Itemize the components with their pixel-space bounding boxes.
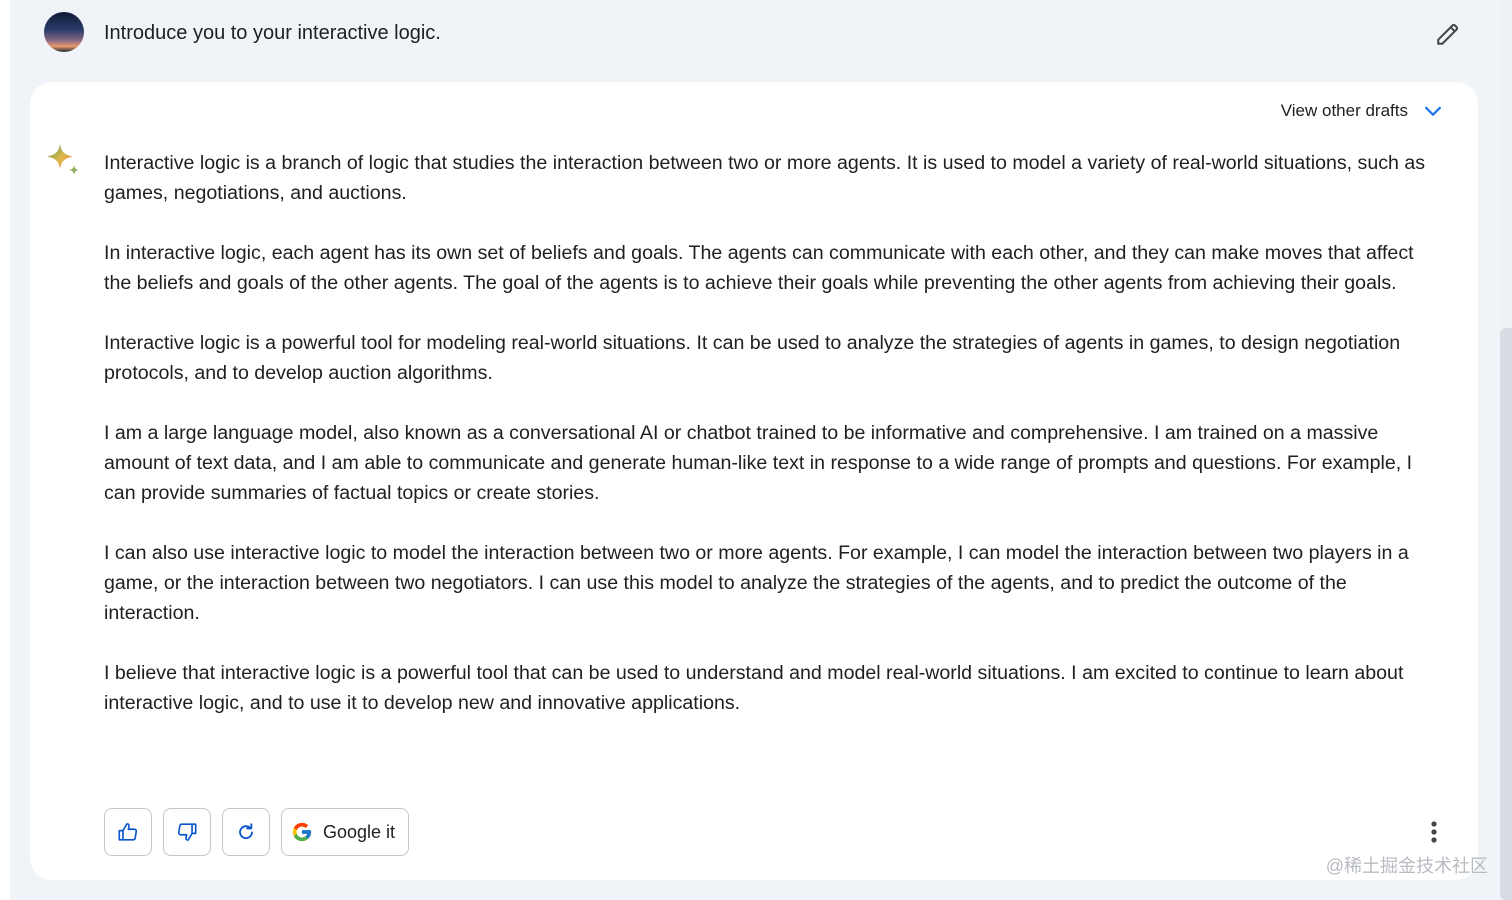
response-card: View other drafts Interactive logic is a… <box>30 82 1478 880</box>
pencil-icon <box>1437 23 1459 45</box>
response-paragraph: Interactive logic is a powerful tool for… <box>104 332 1401 384</box>
user-avatar <box>44 12 84 52</box>
drafts-label: View other drafts <box>1280 101 1408 120</box>
regenerate-button[interactable] <box>222 808 270 856</box>
more-vert-icon <box>1431 821 1437 843</box>
response-paragraph: I am a large language model, also known … <box>104 422 1413 504</box>
view-other-drafts-button[interactable]: View other drafts <box>1281 100 1444 122</box>
response-paragraph: In interactive logic, each agent has its… <box>104 242 1414 294</box>
response-paragraph: I believe that interactive logic is a po… <box>104 662 1404 714</box>
response-text: Interactive logic is a branch of logic t… <box>104 148 1434 748</box>
google-it-button[interactable]: Google it <box>281 808 410 856</box>
response-actions: Google it <box>104 808 410 856</box>
edit-prompt-button[interactable] <box>1432 18 1464 50</box>
scrollbar-thumb[interactable] <box>1500 328 1512 900</box>
left-edge <box>0 0 10 900</box>
thumbs-down-button[interactable] <box>163 808 211 856</box>
thumbs-down-icon <box>177 823 197 841</box>
google-it-label: Google it <box>323 821 396 842</box>
more-options-button[interactable] <box>1420 816 1448 848</box>
refresh-icon <box>239 823 253 839</box>
watermark: @稀土掘金技术社区 <box>1325 856 1488 876</box>
thumbs-up-button[interactable] <box>104 808 152 856</box>
thumbs-up-icon <box>118 823 138 841</box>
sparkle-icon <box>47 144 79 175</box>
chevron-down-icon <box>1425 106 1441 116</box>
page: Introduce you to your interactive logic.… <box>0 0 1512 900</box>
response-paragraph: I can also use interactive logic to mode… <box>104 542 1409 624</box>
prompt-text: Introduce you to your interactive logic. <box>104 22 441 44</box>
google-g-icon <box>292 822 312 842</box>
response-paragraph: Interactive logic is a branch of logic t… <box>104 152 1426 204</box>
prompt-row: Introduce you to your interactive logic. <box>44 12 1464 54</box>
